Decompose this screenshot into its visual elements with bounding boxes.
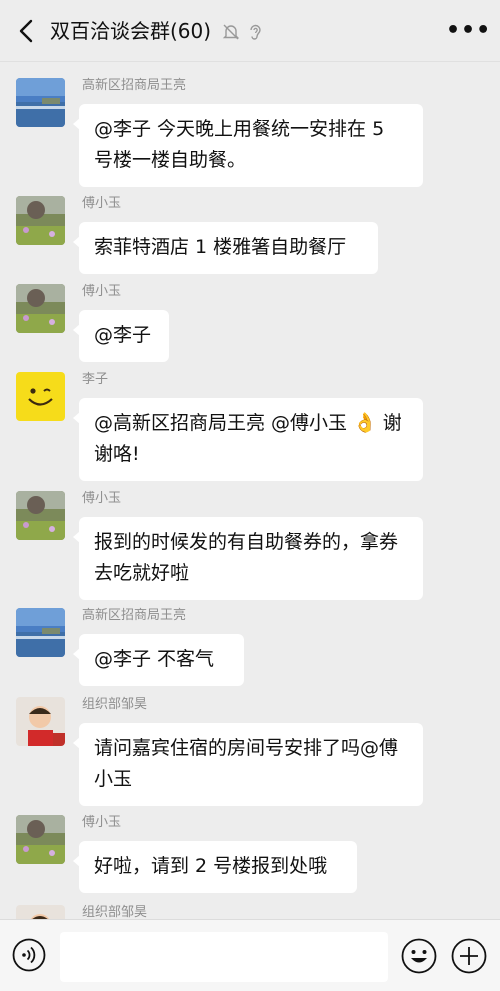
bell-off-icon (222, 24, 240, 40)
sender-name: 傅小玉 (82, 815, 122, 830)
sender-name: 傅小玉 (82, 491, 122, 506)
avatar-flower-field[interactable] (16, 815, 65, 864)
message-input[interactable] (60, 932, 388, 982)
message-bubble[interactable]: @李子 不客气 (73, 634, 244, 686)
avatar-flower-field[interactable] (16, 284, 65, 333)
chevron-left-icon[interactable] (14, 18, 40, 44)
avatar-child-photo[interactable] (16, 697, 65, 746)
avatar-flower-field[interactable] (16, 196, 65, 245)
sender-name: 傅小玉 (82, 284, 122, 299)
chat-title[interactable]: 双百洽谈会群(60) (50, 18, 211, 44)
sender-name: 傅小玉 (82, 196, 122, 211)
sender-name: 李子 (82, 372, 109, 387)
sender-name: 高新区招商局王亮 (82, 78, 187, 93)
message-bubble[interactable]: 好啦，请到 2 号楼报到处哦 (73, 841, 357, 893)
input-bar (0, 919, 500, 991)
sender-name: 组织部邹昊 (82, 905, 148, 919)
chat-header: 双百洽谈会群(60) ••• (0, 0, 500, 62)
message-bubble[interactable]: @李子 今天晚上用餐统一安排在 5 号楼一楼自助餐。 (73, 104, 423, 187)
more-options-button[interactable]: ••• (446, 20, 490, 42)
message-bubble[interactable]: 报到的时候发的有自助餐券的，拿券去吃就好啦 (73, 517, 423, 600)
sender-name: 高新区招商局王亮 (82, 608, 187, 623)
voice-icon[interactable] (12, 938, 46, 972)
message-bubble[interactable]: 索菲特酒店 1 楼雅箸自助餐厅 (73, 222, 378, 274)
message-bubble[interactable]: @李子 (73, 310, 169, 362)
plus-circle-icon[interactable] (451, 938, 487, 974)
avatar-child-photo[interactable] (16, 905, 65, 919)
ear-icon (250, 24, 261, 40)
message-bubble[interactable]: @高新区招商局王亮 @傅小玉 👌 谢谢咯! (73, 398, 423, 481)
avatar-lake-landscape[interactable] (16, 78, 65, 127)
avatar-smiley-face[interactable] (16, 372, 65, 421)
emoji-icon[interactable] (401, 938, 437, 974)
avatar-lake-landscape[interactable] (16, 608, 65, 657)
sender-name: 组织部邹昊 (82, 697, 148, 712)
message-bubble[interactable]: 请问嘉宾住宿的房间号安排了吗@傅小玉 (73, 723, 423, 806)
avatar-flower-field[interactable] (16, 491, 65, 540)
message-list[interactable]: 高新区招商局王亮 @李子 今天晚上用餐统一安排在 5 号楼一楼自助餐。 傅小玉 … (0, 62, 500, 919)
